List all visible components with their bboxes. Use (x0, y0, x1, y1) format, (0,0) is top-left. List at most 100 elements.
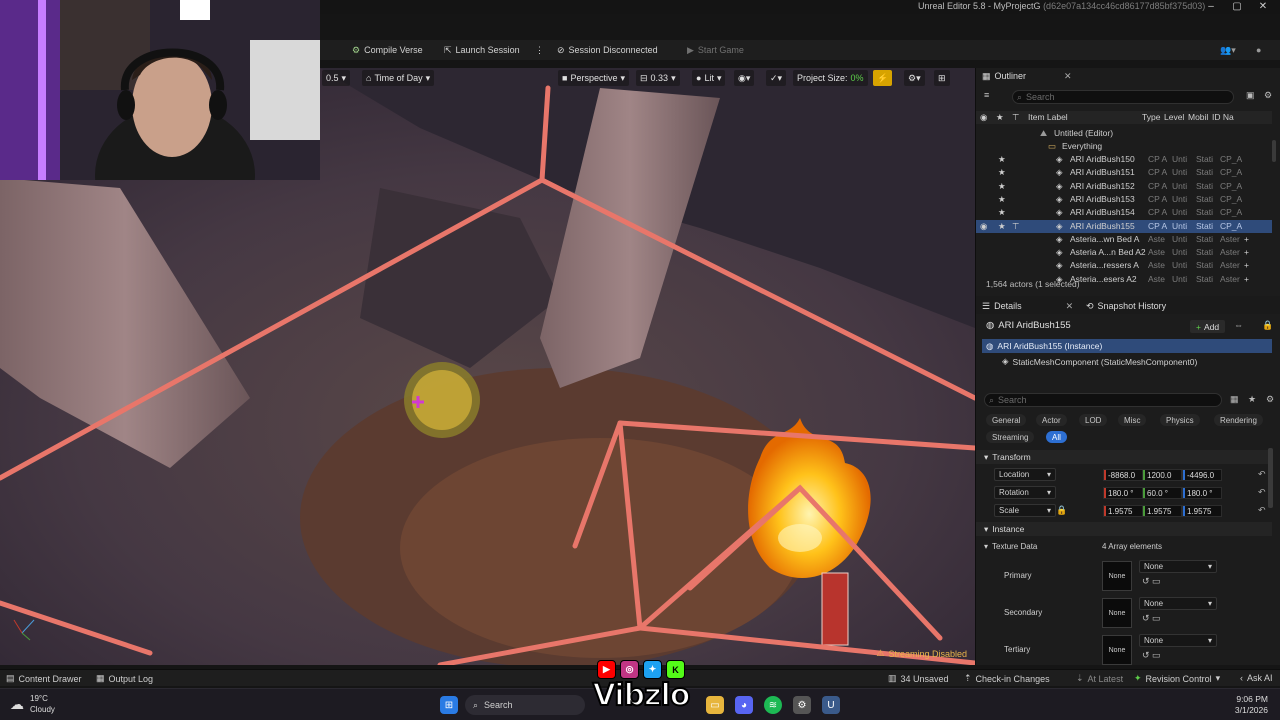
outliner-row[interactable]: ◈ Asteria...wn Bed A Aste Unti Stati Aster + (976, 233, 1272, 246)
camera-speed-button[interactable]: 0.5 ▾ (322, 70, 351, 86)
filter-icon[interactable]: ≡ (984, 90, 989, 100)
outliner-search-input[interactable]: ⌕ Search (1012, 90, 1234, 104)
outliner-row[interactable]: ◈ Asteria...ressers A Aste Unti Stati Aster + (976, 259, 1272, 272)
rotation-z-field[interactable]: 180.0 ° (1182, 487, 1222, 499)
pin-icon[interactable]: ⊤ (1012, 221, 1019, 232)
multiplayer-settings-button[interactable]: 👥▾ (1220, 43, 1236, 57)
add-folder-icon[interactable]: ▣ (1246, 90, 1255, 101)
time-of-day-button[interactable]: ⌂ Time of Day ▾ (362, 70, 435, 86)
show-flags-button[interactable]: ◉▾ (734, 70, 755, 86)
col-type[interactable]: Type (1142, 112, 1160, 122)
location-dropdown[interactable]: Location ▾ (994, 468, 1056, 481)
minimize-button[interactable]: – (1200, 0, 1222, 14)
spotify-icon[interactable]: ≋ (764, 696, 782, 714)
settings-button[interactable]: ● (1256, 43, 1261, 57)
texture-data-row[interactable]: ▾ Texture Data (984, 542, 1037, 551)
category-streaming[interactable]: Streaming (986, 431, 1035, 443)
col-id-name[interactable]: ID Na (1212, 112, 1234, 122)
use-selected-icon[interactable]: ↺ ▭ (1142, 576, 1161, 587)
details-search-input[interactable]: ⌕ Search (984, 393, 1222, 407)
details-scrollbar[interactable] (1268, 448, 1273, 508)
reset-icon[interactable]: ↶ (1258, 487, 1266, 498)
plus-icon[interactable]: + (1244, 234, 1249, 244)
content-drawer-button[interactable]: ▤ Content Drawer (6, 673, 82, 684)
star-icon[interactable]: ★ (998, 181, 1006, 192)
category-physics[interactable]: Physics (1160, 414, 1200, 426)
maximize-viewport-button[interactable]: ⊞ (934, 70, 950, 86)
primary-texture-dropdown[interactable]: None ▾ (1139, 560, 1217, 573)
revision-control-button[interactable]: ✦ Revision Control ▾ (1134, 673, 1220, 684)
scale-y-field[interactable]: 1.9575 (1142, 505, 1182, 517)
component-static-mesh[interactable]: ◈ StaticMeshComponent (StaticMeshCompone… (1002, 356, 1197, 367)
col-mobility[interactable]: Mobil (1188, 112, 1208, 122)
tertiary-texture-thumb[interactable]: None (1102, 635, 1132, 665)
rotation-dropdown[interactable]: Rotation ▾ (994, 486, 1056, 499)
taskbar-search[interactable]: ⌕ Search (465, 695, 585, 715)
outliner-row[interactable]: ★ ◈ ARI AridBush151 CP A Unti Stati CP_A (976, 166, 1272, 179)
viewport-settings-button[interactable]: ⚙▾ (904, 70, 925, 86)
session-menu-button[interactable]: ⋮ (535, 43, 544, 57)
tab-outliner[interactable]: ▦ Outliner ✕ (982, 68, 1072, 84)
component-instance[interactable]: ◍ ARI AridBush155 (Instance) (982, 339, 1272, 353)
tree-folder[interactable]: ▭ Everything (976, 140, 1272, 153)
fov-button[interactable]: ⊟ 0.33 ▾ (636, 70, 680, 86)
secondary-texture-dropdown[interactable]: None ▾ (1139, 597, 1217, 610)
star-icon[interactable]: ★ (1248, 394, 1256, 405)
category-lod[interactable]: LOD (1079, 414, 1108, 426)
view-mode-button[interactable]: ● Lit ▾ (692, 70, 726, 86)
use-selected-icon[interactable]: ↺ ▭ (1142, 613, 1161, 624)
reset-icon[interactable]: ↶ (1258, 505, 1266, 516)
col-level[interactable]: Level (1164, 112, 1184, 122)
outliner-row[interactable]: ★ ◈ ARI AridBush154 CP A Unti Stati CP_A (976, 206, 1272, 219)
start-icon[interactable]: ⊞ (440, 696, 458, 714)
star-icon[interactable]: ★ (996, 112, 1004, 123)
star-icon[interactable]: ★ (998, 167, 1006, 178)
start-game-button[interactable]: ▶ Start Game (687, 43, 744, 57)
close-window-button[interactable]: ✕ (1252, 0, 1274, 14)
scale-x-field[interactable]: 1.9575 (1103, 505, 1143, 517)
weather-widget[interactable]: ☁ 19°C Cloudy (10, 693, 55, 715)
ask-ai-button[interactable]: ‹ Ask AI (1240, 673, 1273, 683)
star-icon[interactable]: ★ (998, 194, 1006, 205)
tab-details[interactable]: ☰ Details ✕ (982, 298, 1073, 314)
section-instance[interactable]: ▾ Instance (976, 522, 1272, 536)
unsaved-button[interactable]: ▥ 34 Unsaved (888, 673, 949, 684)
location-z-field[interactable]: -4496.0 (1182, 469, 1222, 481)
reset-icon[interactable]: ↶ (1258, 469, 1266, 480)
check-in-button[interactable]: ⇡ Check-in Changes (964, 673, 1050, 684)
outliner-row[interactable]: ★ ◈ ARI AridBush152 CP A Unti Stati CP_A (976, 180, 1272, 193)
tree-root[interactable]: ⛰ Untitled (Editor) (976, 127, 1272, 140)
eye-icon[interactable]: ◉ (980, 221, 987, 232)
close-icon[interactable]: ✕ (1064, 71, 1072, 82)
rotation-y-field[interactable]: 60.0 ° (1142, 487, 1182, 499)
file-explorer-icon[interactable]: ▭ (706, 696, 724, 714)
outliner-row[interactable]: ★ ◈ ARI AridBush153 CP A Unti Stati CP_A (976, 193, 1272, 206)
section-transform[interactable]: ▾ Transform (976, 450, 1272, 464)
lock-icon[interactable]: 🔒 (1262, 320, 1273, 331)
plus-icon[interactable]: + (1244, 274, 1249, 284)
perspective-button[interactable]: ■ Perspective ▾ (558, 70, 629, 86)
app-icon[interactable]: ⚙ (793, 696, 811, 714)
plus-icon[interactable]: + (1244, 247, 1249, 257)
close-icon[interactable]: ✕ (1066, 301, 1074, 312)
unreal-editor-icon[interactable]: U (822, 696, 840, 714)
grid-view-icon[interactable]: ▦ (1230, 394, 1239, 405)
star-icon[interactable]: ★ (998, 221, 1006, 232)
star-icon[interactable]: ★ (998, 207, 1006, 218)
outliner-row[interactable]: ◉ ⊤ ★ ◈ ARI AridBush155 CP A Unti Stati CP_A (976, 219, 1272, 233)
category-all[interactable]: All (1046, 431, 1067, 443)
use-selected-icon[interactable]: ↺ ▭ (1142, 650, 1161, 661)
category-rendering[interactable]: Rendering (1214, 414, 1263, 426)
secondary-texture-thumb[interactable]: None (1102, 598, 1132, 628)
maximize-button[interactable]: ▢ (1226, 0, 1248, 14)
star-icon[interactable]: ★ (998, 154, 1006, 165)
compile-verse-button[interactable]: ⚙ Compile Verse (352, 43, 423, 57)
scale-z-field[interactable]: 1.9575 (1182, 505, 1222, 517)
blueprint-icon[interactable]: ⇔ (1234, 320, 1243, 330)
at-latest-status[interactable]: ⇣ At Latest (1076, 673, 1123, 684)
realtime-button[interactable]: ⚡ (873, 70, 893, 86)
gear-icon[interactable]: ⚙ (1264, 90, 1272, 101)
outliner-row[interactable]: ★ ◈ ARI AridBush150 CP A Unti Stati CP_A (976, 153, 1272, 166)
gear-icon[interactable]: ⚙ (1266, 394, 1274, 405)
pin-icon[interactable]: ⊤ (1012, 112, 1019, 123)
